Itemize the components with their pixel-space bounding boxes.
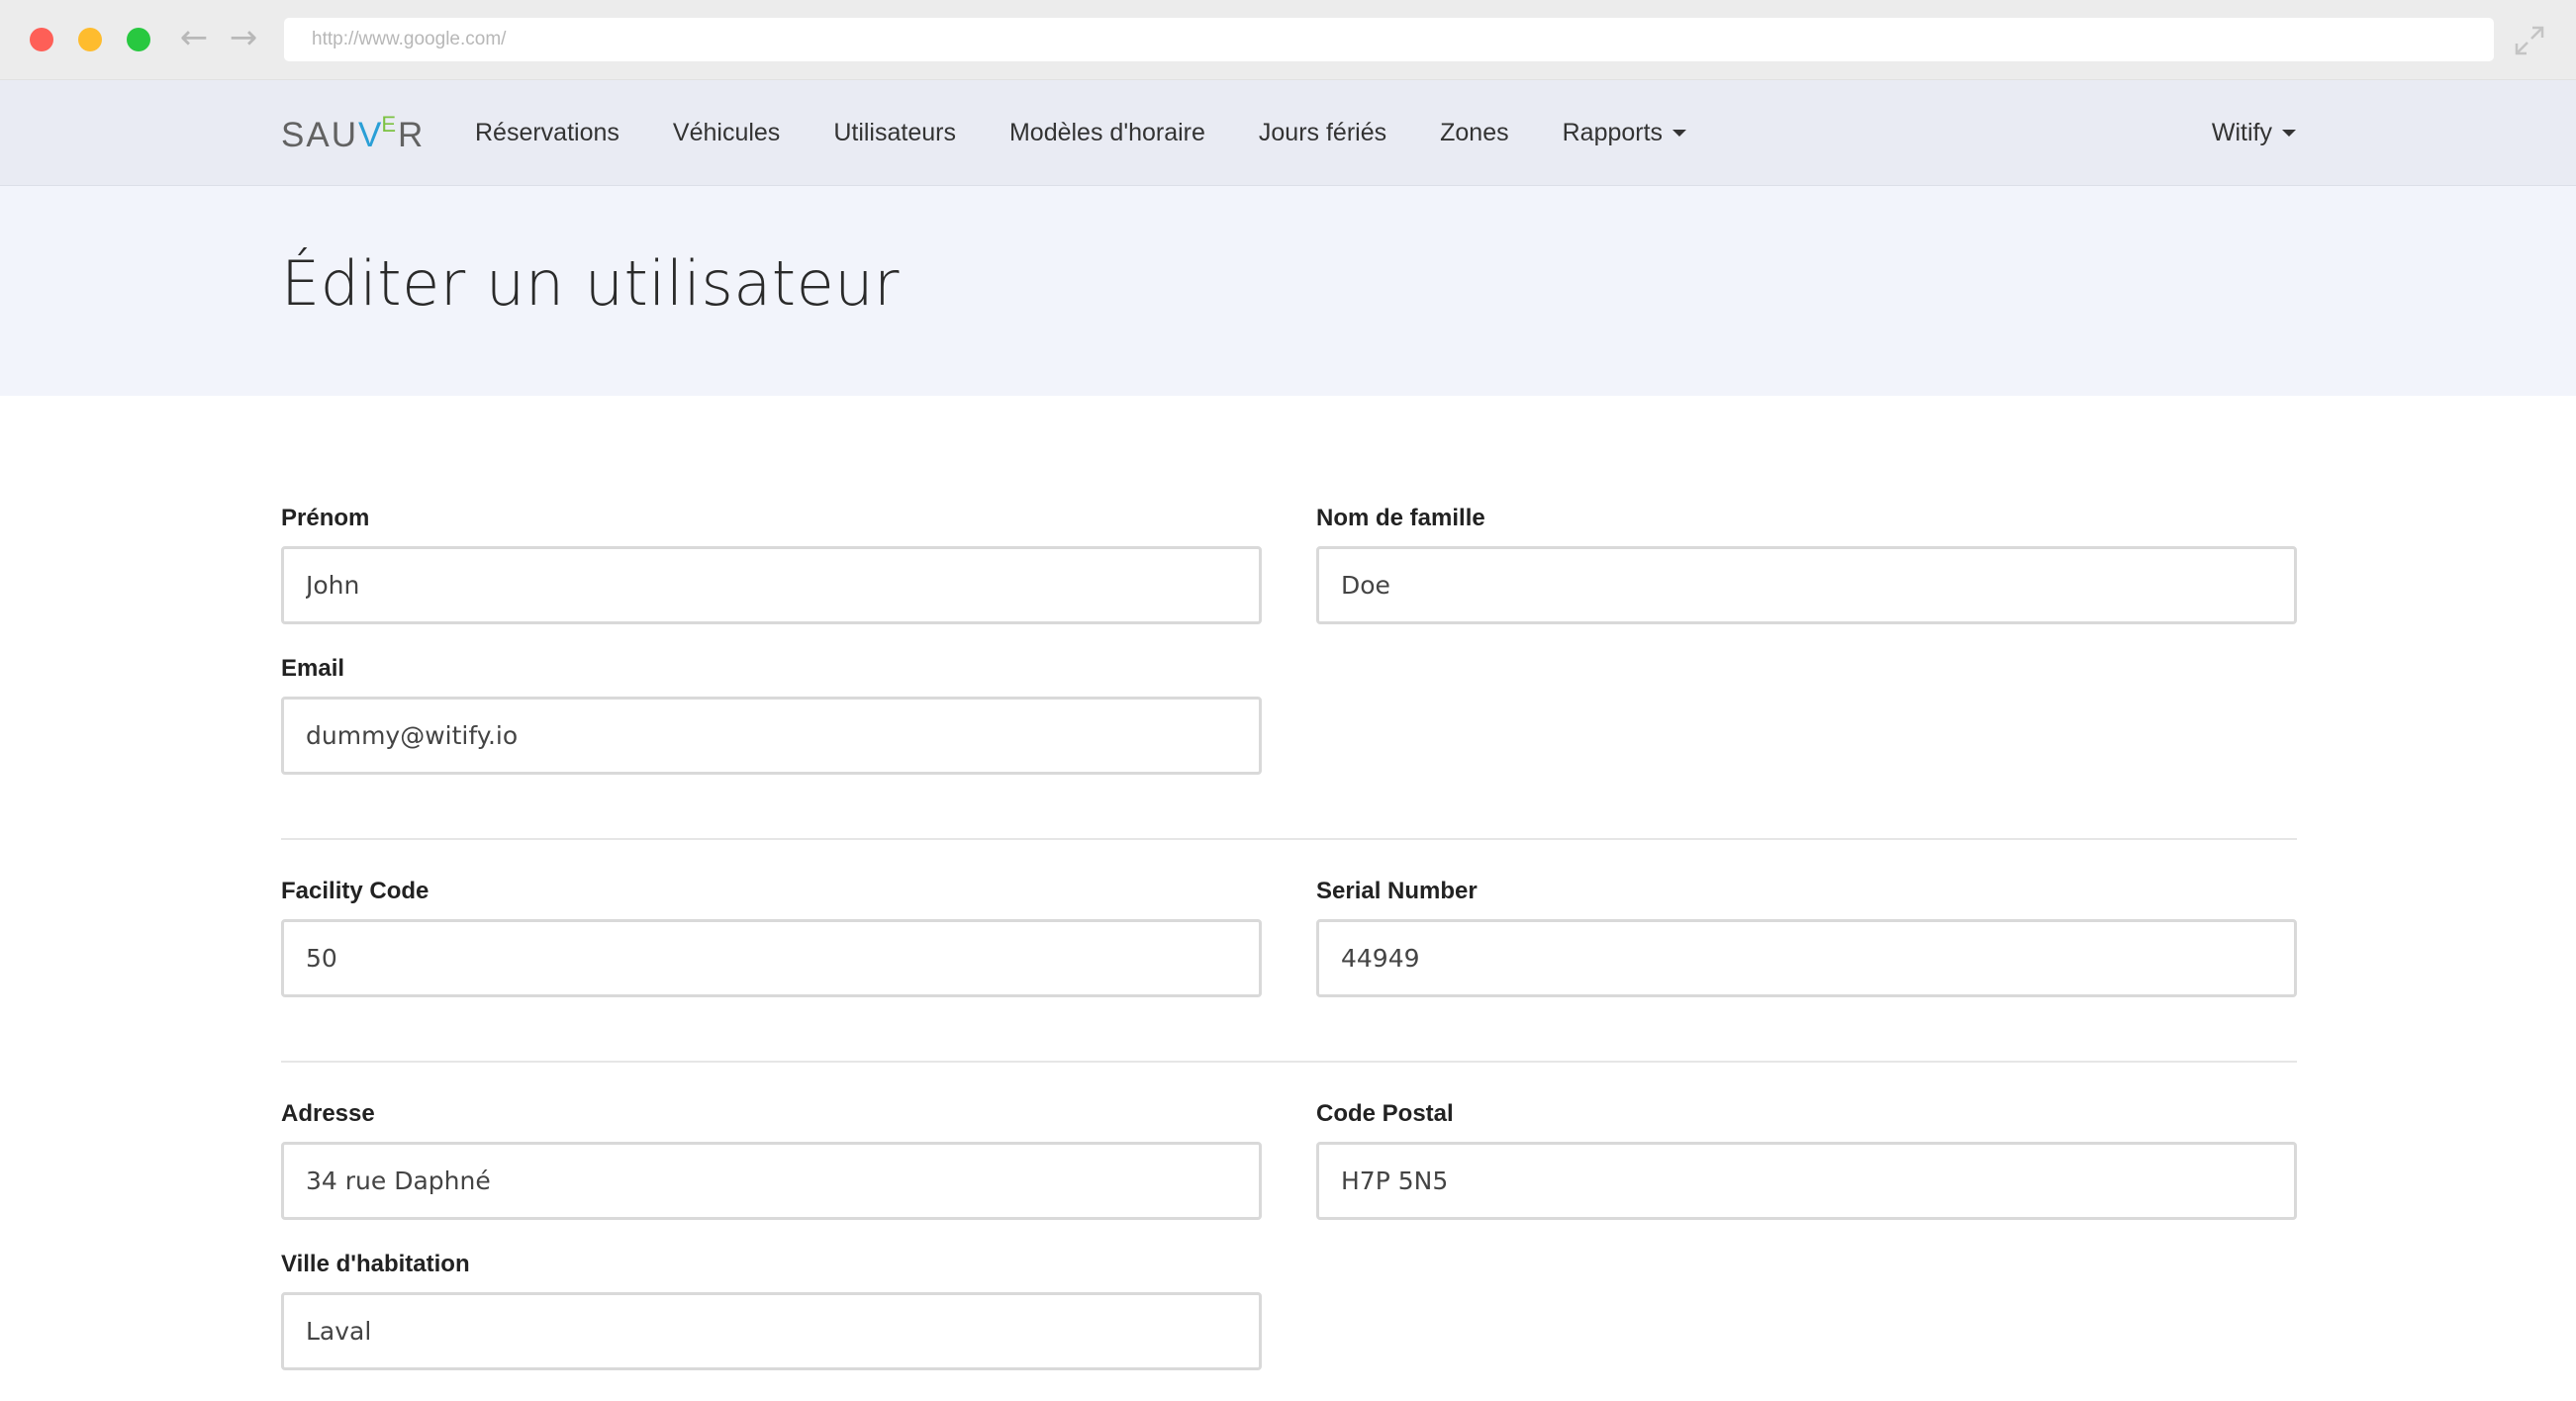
facility-code-label: Facility Code (281, 878, 429, 904)
last-name-label: Nom de famille (1316, 505, 1485, 531)
serial-number-label: Serial Number (1316, 878, 1478, 904)
city-field[interactable] (281, 1292, 1262, 1370)
nav-jours-feries[interactable]: Jours fériés (1259, 119, 1386, 147)
user-name: Witify (2211, 118, 2272, 146)
nav-utilisateurs[interactable]: Utilisateurs (833, 119, 956, 147)
postal-code-field[interactable] (1316, 1142, 2297, 1220)
logo-text-sau: SAU (281, 116, 358, 154)
last-name-group: Nom de famille (1316, 505, 2297, 624)
first-name-field[interactable] (281, 546, 1262, 624)
email-field[interactable] (281, 697, 1262, 775)
top-navbar: SAUVER Réservations Véhicules Utilisateu… (0, 80, 2576, 186)
maximize-window-button[interactable] (127, 28, 150, 51)
address-field[interactable] (281, 1142, 1262, 1220)
city-label: Ville d'habitation (281, 1251, 470, 1277)
nav-reservations[interactable]: Réservations (475, 119, 620, 147)
caret-down-icon (2282, 129, 2296, 137)
close-window-button[interactable] (30, 28, 53, 51)
sauver-logo[interactable]: SAUVER (281, 102, 425, 161)
address-bar[interactable]: http://www.google.com/ (284, 18, 2494, 61)
browser-chrome: ← → http://www.google.com/ (0, 0, 2576, 80)
nav-rapports-label: Rapports (1562, 118, 1664, 146)
postal-code-label: Code Postal (1316, 1100, 1454, 1127)
nav-vehicules[interactable]: Véhicules (673, 119, 780, 147)
facility-code-group: Facility Code (281, 878, 1262, 997)
nav-zones[interactable]: Zones (1440, 119, 1508, 147)
page-title: Éditer un utilisateur (281, 247, 901, 320)
email-label: Email (281, 655, 345, 682)
logo-text-v: V (357, 116, 384, 154)
email-group: Email (281, 655, 1262, 775)
serial-number-field[interactable] (1316, 919, 2297, 997)
arrow-right-icon[interactable]: → (224, 18, 263, 57)
serial-number-group: Serial Number (1316, 878, 2297, 997)
logo-text-r: R (398, 116, 426, 154)
city-group: Ville d'habitation (281, 1251, 1262, 1370)
section-divider (281, 1061, 2297, 1063)
address-group: Adresse (281, 1100, 1262, 1220)
facility-code-field[interactable] (281, 919, 1262, 997)
caret-down-icon (1672, 130, 1687, 138)
page-header: Éditer un utilisateur (0, 186, 2576, 396)
main-nav: Réservations Véhicules Utilisateurs Modè… (475, 80, 1740, 185)
logo-text-e: E (381, 112, 399, 137)
first-name-label: Prénom (281, 505, 370, 531)
postal-code-group: Code Postal (1316, 1100, 2297, 1220)
minimize-window-button[interactable] (78, 28, 102, 51)
nav-modeles-horaire[interactable]: Modèles d'horaire (1009, 119, 1205, 147)
first-name-group: Prénom (281, 505, 1262, 624)
expand-icon[interactable] (2513, 24, 2546, 57)
last-name-field[interactable] (1316, 546, 2297, 624)
user-menu-dropdown[interactable]: Witify (2212, 80, 2296, 185)
arrow-left-icon[interactable]: ← (174, 18, 214, 57)
nav-rapports-dropdown[interactable]: Rapports (1562, 118, 1687, 147)
section-divider (281, 838, 2297, 840)
address-label: Adresse (281, 1100, 375, 1127)
